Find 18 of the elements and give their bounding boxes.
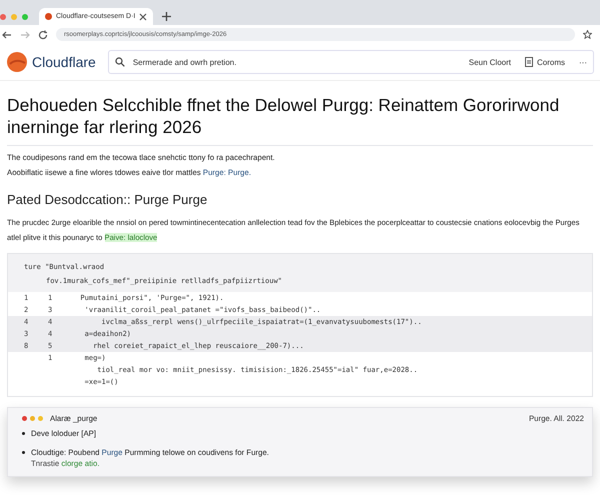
section-heading: Pated Desodccation:: Purge Purge xyxy=(7,192,208,207)
logo-icon[interactable] xyxy=(6,51,28,73)
reload-icon[interactable] xyxy=(38,30,48,40)
page-title: Dehoueden Selcchible ffnet the Delowel Purgg: Reinattem Gororirwond inerninge far rlering 2026 xyxy=(7,95,560,139)
search-field[interactable]: Sermerade and owrh pretion. Seun Cloort Coroms ··· xyxy=(108,50,594,74)
back-icon[interactable] xyxy=(2,30,12,40)
nav-link[interactable]: Seun Cloort xyxy=(468,58,511,66)
logo-text[interactable]: Cloudflare xyxy=(32,54,96,70)
bullet-icon xyxy=(22,432,25,435)
document-icon xyxy=(524,57,533,67)
nav-link[interactable]: Coroms xyxy=(524,57,565,67)
new-tab-icon[interactable] xyxy=(162,12,172,21)
star-icon[interactable] xyxy=(583,30,592,39)
close-icon[interactable] xyxy=(139,12,148,20)
bullet-icon xyxy=(22,450,25,454)
close-window-icon[interactable] xyxy=(0,14,6,20)
search-icon xyxy=(114,57,125,67)
more-menu[interactable]: ··· xyxy=(579,58,587,66)
